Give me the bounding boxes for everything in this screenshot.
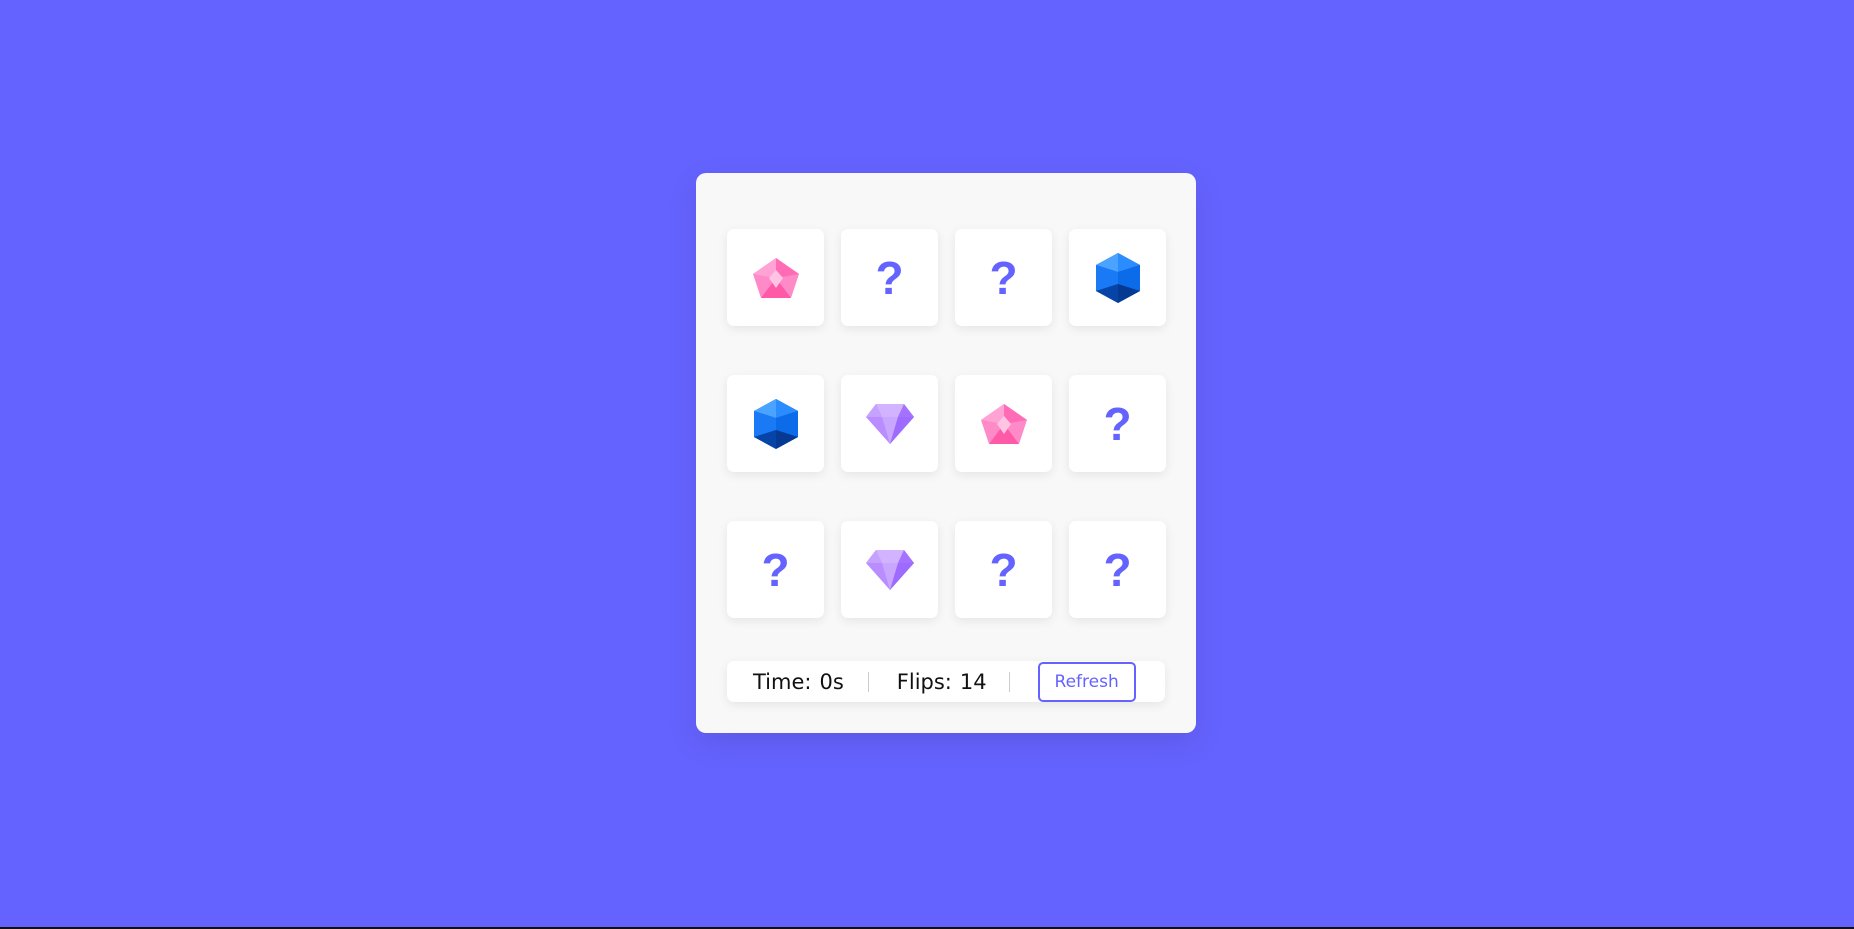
purple-diamond-icon [864,402,916,446]
purple-diamond-icon [864,548,916,592]
card[interactable] [841,375,938,472]
card[interactable] [1069,229,1166,326]
divider [867,671,869,692]
time-value: 0s [819,669,844,694]
flips-label: Flips: [896,669,952,694]
game-panel: ? ? ? ? ? ? Time: 0s Flips: 14 Refresh [696,173,1196,733]
card[interactable] [727,229,824,326]
card[interactable]: ? [841,229,938,326]
card-grid: ? ? ? ? ? ? [727,229,1166,618]
divider [1008,671,1010,692]
question-mark: ? [989,251,1018,304]
card[interactable]: ? [727,521,824,618]
question-mark: ? [989,543,1018,596]
card[interactable]: ? [1069,375,1166,472]
refresh-button[interactable]: Refresh [1037,661,1136,702]
question-mark: ? [875,251,904,304]
card[interactable]: ? [1069,521,1166,618]
card[interactable]: ? [955,229,1052,326]
card[interactable] [955,375,1052,472]
question-mark: ? [1103,543,1132,596]
card[interactable] [727,375,824,472]
card[interactable] [841,521,938,618]
flips-value: 14 [959,669,987,694]
card[interactable]: ? [955,521,1052,618]
pink-gem-icon [979,402,1029,446]
time-label: Time: [753,669,812,694]
flips-stat: Flips: 14 [897,670,987,694]
blue-gem-icon [1094,252,1142,304]
pink-gem-icon [751,256,801,300]
question-mark: ? [761,543,790,596]
blue-gem-icon [752,398,800,450]
time-stat: Time: 0s [753,670,844,694]
details-bar: Time: 0s Flips: 14 Refresh [727,661,1165,702]
question-mark: ? [1103,397,1132,450]
